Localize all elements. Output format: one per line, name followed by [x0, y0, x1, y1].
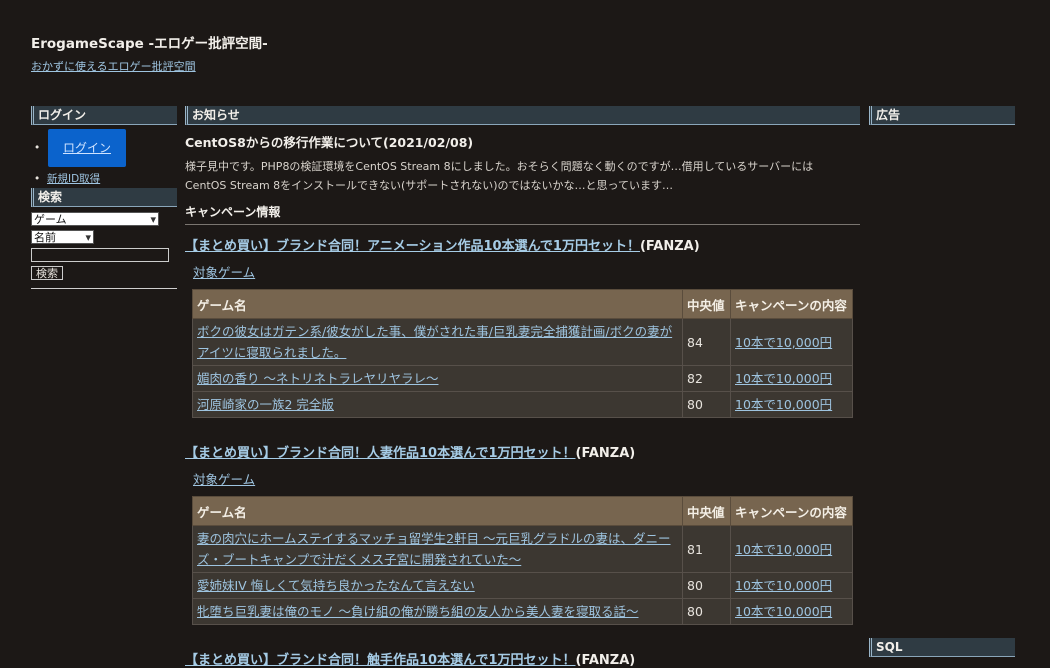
- game-name-cell: 愛姉妹IV 悔しくて気持ち良かったなんて言えない: [192, 572, 683, 599]
- game-link[interactable]: 牝堕ち巨乳妻は俺のモノ ～負け組の俺が勝ち組の友人から美人妻を寝取る話～: [197, 604, 638, 619]
- col-campaign-content: キャンペーンの内容: [730, 496, 853, 526]
- table-row: 愛姉妹IV 悔しくて気持ち良かったなんて言えない 80 10本で10,000円: [192, 572, 853, 599]
- table-row: ボクの彼女はガテン系/彼女がした事、僕がされた事/巨乳妻完全捕獲計画/ボクの妻が…: [192, 318, 853, 366]
- col-median: 中央値: [682, 289, 731, 319]
- search-field-select[interactable]: 名前: [31, 230, 94, 244]
- search-button[interactable]: 検索: [31, 266, 63, 280]
- site-title: ErogameScape -エロゲー批評空間-: [31, 36, 268, 52]
- campaign-block: 【まとめ買い】ブランド合同！アニメーション作品10本選んで1万円セット！(FAN…: [185, 235, 860, 418]
- campaign-content-link[interactable]: 10本で10,000円: [735, 371, 832, 386]
- search-type-value: ゲーム: [34, 213, 67, 226]
- campaign-title: 【まとめ買い】ブランド合同！人妻作品10本選んで1万円セット！(FANZA): [185, 442, 860, 461]
- login-button[interactable]: ログイン: [48, 129, 126, 167]
- median-cell: 80: [682, 391, 731, 418]
- main-content: お知らせ CentOS8からの移行作業について(2021/02/08) 様子見中…: [185, 106, 860, 668]
- game-link[interactable]: 愛姉妹IV 悔しくて気持ち良かったなんて言えない: [197, 578, 475, 593]
- login-heading: ログイン: [31, 106, 177, 125]
- col-game-name: ゲーム名: [192, 289, 683, 319]
- col-campaign-content: キャンペーンの内容: [730, 289, 853, 319]
- table-header-row: ゲーム名 中央値 キャンペーンの内容: [192, 289, 853, 319]
- campaign-content-cell: 10本で10,000円: [730, 391, 853, 418]
- median-cell: 81: [682, 525, 731, 573]
- campaign-block: 【まとめ買い】ブランド合同！人妻作品10本選んで1万円セット！(FANZA) 対象…: [185, 442, 860, 625]
- col-game-name: ゲーム名: [192, 496, 683, 526]
- campaign-store: (FANZA): [575, 446, 636, 461]
- campaign-title: 【まとめ買い】ブランド合同！アニメーション作品10本選んで1万円セット！(FAN…: [185, 235, 860, 254]
- campaign-content-cell: 10本で10,000円: [730, 572, 853, 599]
- campaign-list: 【まとめ買い】ブランド合同！アニメーション作品10本選んで1万円セット！(FAN…: [185, 235, 860, 668]
- target-games-link[interactable]: 対象ゲーム: [193, 469, 860, 488]
- game-name-cell: 媚肉の香り ～ネトリネトラレヤリヤラレ～: [192, 365, 683, 392]
- campaign-title-link[interactable]: 【まとめ買い】ブランド合同！触手作品10本選んで1万円セット！: [185, 653, 576, 668]
- login-list-item: ログイン: [31, 129, 177, 167]
- median-cell: 82: [682, 365, 731, 392]
- campaign-store: (FANZA): [639, 239, 700, 254]
- campaign-block: 【まとめ買い】ブランド合同！触手作品10本選んで1万円セット！(FANZA): [185, 649, 860, 668]
- table-row: 媚肉の香り ～ネトリネトラレヤリヤラレ～ 82 10本で10,000円: [192, 365, 853, 392]
- campaign-title-link[interactable]: 【まとめ買い】ブランド合同！アニメーション作品10本選んで1万円セット！: [185, 239, 640, 254]
- news-heading: お知らせ: [185, 106, 860, 125]
- search-input[interactable]: [31, 248, 169, 262]
- campaign-title: 【まとめ買い】ブランド合同！触手作品10本選んで1万円セット！(FANZA): [185, 649, 860, 668]
- game-name-cell: 河原崎家の一族2 完全版: [192, 391, 683, 418]
- ad-heading: 広告: [869, 106, 1015, 125]
- search-heading: 検索: [31, 188, 177, 207]
- game-link[interactable]: 媚肉の香り ～ネトリネトラレヤリヤラレ～: [197, 371, 438, 386]
- login-list: ログイン 新規ID取得: [31, 129, 177, 186]
- col-median: 中央値: [682, 496, 731, 526]
- game-link[interactable]: 河原崎家の一族2 完全版: [197, 397, 334, 412]
- game-name-cell: 妻の肉穴にホームステイするマッチョ留学生2軒目 ～元巨乳グラドルの妻は、ダニーズ…: [192, 525, 683, 573]
- game-name-cell: 牝堕ち巨乳妻は俺のモノ ～負け組の俺が勝ち組の友人から美人妻を寝取る話～: [192, 598, 683, 625]
- register-link[interactable]: 新規ID取得: [47, 173, 100, 185]
- campaign-content-link[interactable]: 10本で10,000円: [735, 335, 832, 350]
- game-link[interactable]: 妻の肉穴にホームステイするマッチョ留学生2軒目 ～元巨乳グラドルの妻は、ダニーズ…: [197, 531, 671, 567]
- campaign-heading: キャンペーン情報: [185, 203, 860, 225]
- sql-heading: SQL: [869, 638, 1015, 657]
- campaign-content-cell: 10本で10,000円: [730, 365, 853, 392]
- left-sidebar: ログイン ログイン 新規ID取得 検索 ゲーム 名前 検索: [31, 106, 177, 289]
- table-row: 牝堕ち巨乳妻は俺のモノ ～負け組の俺が勝ち組の友人から美人妻を寝取る話～ 80 10…: [192, 598, 853, 625]
- search-type-select[interactable]: ゲーム: [31, 212, 159, 226]
- search-field-value: 名前: [34, 231, 56, 244]
- campaign-content-link[interactable]: 10本で10,000円: [735, 397, 832, 412]
- campaign-content-link[interactable]: 10本で10,000円: [735, 578, 832, 593]
- campaign-content-cell: 10本で10,000円: [730, 525, 853, 573]
- campaign-store: (FANZA): [575, 653, 636, 668]
- campaign-content-link[interactable]: 10本で10,000円: [735, 604, 832, 619]
- median-cell: 80: [682, 572, 731, 599]
- campaign-content-cell: 10本で10,000円: [730, 598, 853, 625]
- sidebar-divider: [31, 288, 177, 289]
- campaign-games-table: ゲーム名 中央値 キャンペーンの内容ボクの彼女はガテン系/彼女がした事、僕がされた事…: [192, 289, 853, 418]
- game-name-cell: ボクの彼女はガテン系/彼女がした事、僕がされた事/巨乳妻完全捕獲計画/ボクの妻が…: [192, 318, 683, 366]
- campaign-title-link[interactable]: 【まとめ買い】ブランド合同！人妻作品10本選んで1万円セット！: [185, 446, 576, 461]
- table-row: 妻の肉穴にホームステイするマッチョ留学生2軒目 ～元巨乳グラドルの妻は、ダニーズ…: [192, 525, 853, 573]
- game-link[interactable]: ボクの彼女はガテン系/彼女がした事、僕がされた事/巨乳妻完全捕獲計画/ボクの妻が…: [197, 324, 672, 360]
- campaign-content-cell: 10本で10,000円: [730, 318, 853, 366]
- campaign-content-link[interactable]: 10本で10,000円: [735, 542, 832, 557]
- table-header-row: ゲーム名 中央値 キャンペーンの内容: [192, 496, 853, 526]
- right-sidebar: 広告: [869, 106, 1015, 125]
- median-cell: 80: [682, 598, 731, 625]
- campaign-games-table: ゲーム名 中央値 キャンペーンの内容妻の肉穴にホームステイするマッチョ留学生2軒目 …: [192, 496, 853, 625]
- register-list-item: 新規ID取得: [31, 172, 177, 186]
- table-row: 河原崎家の一族2 完全版 80 10本で10,000円: [192, 391, 853, 418]
- news-title: CentOS8からの移行作業について(2021/02/08): [185, 135, 474, 150]
- median-cell: 84: [682, 318, 731, 366]
- news-body: 様子見中です。PHP8の検証環境をCentOS Stream 8にしました。おそ…: [185, 160, 814, 192]
- site-subtitle-link[interactable]: おかずに使えるエロゲー批評空間: [31, 58, 196, 74]
- target-games-link[interactable]: 対象ゲーム: [193, 262, 860, 281]
